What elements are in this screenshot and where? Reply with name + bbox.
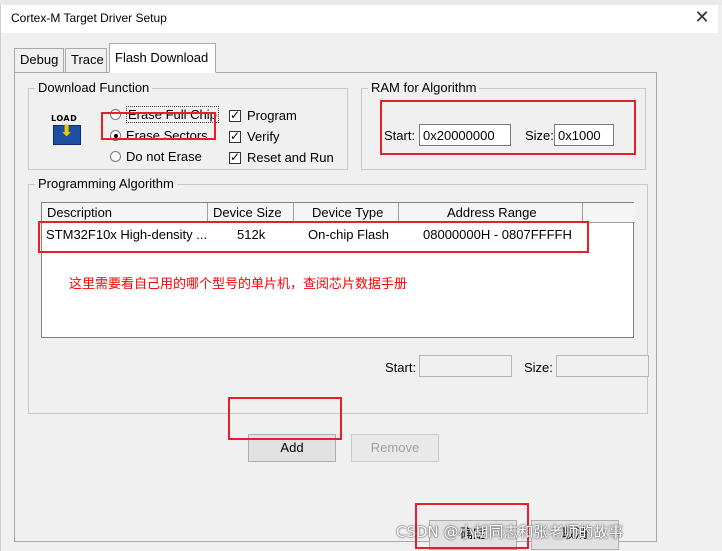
download-arrow-icon: ⬇ xyxy=(60,123,74,140)
tab-flash-download[interactable]: Flash Download xyxy=(109,43,216,73)
title-bar: Cortex-M Target Driver Setup ✕ xyxy=(1,5,718,31)
algorithm-size-input xyxy=(556,355,649,377)
ram-size-label: Size: xyxy=(525,128,554,143)
radio-erase-sectors[interactable]: Erase Sectors xyxy=(110,128,208,143)
column-description[interactable]: Description xyxy=(42,203,208,223)
radio-dot xyxy=(110,109,121,120)
load-icon-text: LOAD xyxy=(51,114,78,123)
algorithm-start-label: Start: xyxy=(385,360,417,375)
annotation-note: 这里需要看自己用的哪个型号的单片机，查阅芯片数据手册 xyxy=(69,277,408,292)
checkbox-box xyxy=(229,108,241,122)
remove-button: Remove xyxy=(351,434,439,462)
radio-dot-selected xyxy=(110,130,121,141)
watermark-text: CSDN @小胡同志和张老师的故事 xyxy=(396,523,624,541)
checkbox-program[interactable]: Program xyxy=(229,108,297,123)
cell-address-range: 08000000H - 0807FFFFH xyxy=(423,227,572,242)
cell-description: STM32F10x High-density ... xyxy=(46,227,208,242)
column-empty xyxy=(583,203,635,223)
checkbox-box xyxy=(229,150,241,164)
dialog-client: Debug Trace Flash Download Download Func… xyxy=(1,33,719,551)
radio-do-not-erase[interactable]: Do not Erase xyxy=(110,149,202,164)
ram-for-algorithm-label: RAM for Algorithm xyxy=(368,80,480,95)
algorithm-list[interactable]: Description Device Size Device Type Addr… xyxy=(41,202,635,338)
ram-size-input[interactable] xyxy=(554,124,614,146)
programming-algorithm-group: Programming Algorithm Description Device… xyxy=(28,176,649,414)
window-title: Cortex-M Target Driver Setup xyxy=(11,11,167,25)
tab-debug[interactable]: Debug xyxy=(14,48,64,72)
radio-erase-sectors-label: Erase Sectors xyxy=(126,128,208,143)
tab-trace[interactable]: Trace xyxy=(65,48,107,72)
list-header: Description Device Size Device Type Addr… xyxy=(42,203,635,223)
radio-dot xyxy=(110,151,121,162)
close-icon[interactable]: ✕ xyxy=(690,6,714,28)
load-icon: LOAD ⬇ xyxy=(51,114,83,148)
checkbox-box xyxy=(229,129,241,143)
checkbox-reset-and-run-label: Reset and Run xyxy=(247,150,334,165)
checkbox-verify[interactable]: Verify xyxy=(229,129,280,144)
radio-erase-full-chip[interactable]: Erase Full Chip xyxy=(110,106,219,123)
radio-do-not-erase-label: Do not Erase xyxy=(126,149,202,164)
ram-start-input[interactable] xyxy=(419,124,511,146)
programming-algorithm-label: Programming Algorithm xyxy=(35,176,177,191)
flash-download-panel: Download Function LOAD ⬇ Erase Full Chip… xyxy=(14,72,657,542)
column-device-type[interactable]: Device Type xyxy=(294,203,399,223)
algorithm-size-label: Size: xyxy=(524,360,553,375)
cell-device-type: On-chip Flash xyxy=(308,227,389,242)
checkbox-program-label: Program xyxy=(247,108,297,123)
column-device-size[interactable]: Device Size xyxy=(208,203,294,223)
checkbox-reset-and-run[interactable]: Reset and Run xyxy=(229,150,334,165)
ram-for-algorithm-group: RAM for Algorithm Start: Size: xyxy=(361,80,646,170)
download-function-label: Download Function xyxy=(35,80,153,95)
ram-start-label: Start: xyxy=(384,128,416,143)
table-row[interactable]: STM32F10x High-density ... 512k On-chip … xyxy=(42,225,633,245)
algorithm-start-input xyxy=(419,355,512,377)
dialog-window: Cortex-M Target Driver Setup ✕ Debug Tra… xyxy=(0,5,719,551)
column-address-range[interactable]: Address Range xyxy=(399,203,583,223)
radio-erase-full-chip-label: Erase Full Chip xyxy=(126,106,219,123)
cell-device-size: 512k xyxy=(237,227,266,242)
download-function-group: Download Function LOAD ⬇ Erase Full Chip… xyxy=(28,80,348,170)
checkbox-verify-label: Verify xyxy=(247,129,280,144)
add-button[interactable]: Add xyxy=(248,434,336,462)
